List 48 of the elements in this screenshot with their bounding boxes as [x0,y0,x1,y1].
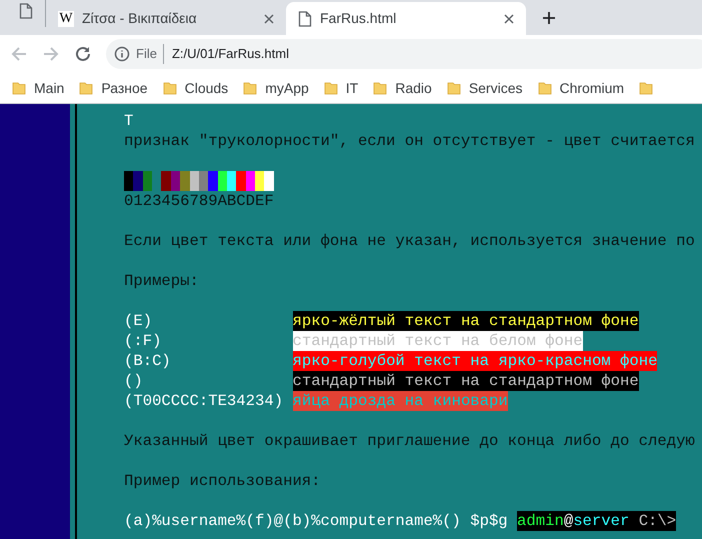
color-sample-text: ярко-жёлтый текст на стандартном фоне [292,312,639,330]
color-sample-text: ярко-голубой текст на ярко-красном фоне [292,352,658,370]
new-tab-icon[interactable] [542,11,556,25]
bookmark-item[interactable]: Chromium [538,78,624,98]
browser-tab[interactable]: FarRus.html [286,2,526,35]
info-icon[interactable] [114,46,130,62]
folder-icon [12,80,26,96]
color-sample-text: стандартный текст на белом фоне [292,332,583,350]
scheme-label: File [136,44,164,64]
text-line: Если цвет текста или фона не указан, используется значение по [124,231,695,251]
bookmark-item[interactable]: Main [12,78,64,98]
bookmark-item[interactable]: Clouds [162,78,228,98]
page-icon [298,10,312,26]
page-icon [18,2,32,18]
folder-icon [538,80,552,96]
code-text: (E) [124,311,154,331]
browser-tab[interactable]: W Ζίτσα - Βικιπαίδεια [46,2,286,35]
folder-icon [243,80,258,96]
code-text: (B:C) [124,351,172,371]
bookmark-item[interactable]: Services [446,78,522,98]
wikipedia-favicon-icon: W [58,10,74,26]
reload-icon[interactable] [74,45,92,63]
folder-icon [446,80,461,96]
color-sample-text: стандартный текст на стандартном фоне [292,372,639,390]
text-line: 0123456789ABCDEF [124,191,274,211]
code-text: (a)%username%(f)@(b)%computername%() $p$g [124,511,509,531]
url-text: Z:/U/01/FarRus.html [170,45,289,64]
color-sample-text: яйца дрозда на киновари [292,392,508,410]
folder-icon [373,80,388,96]
folder-icon [79,80,94,96]
prompt-preview: admin@server C:\> [517,511,676,531]
code-text: (:F) [124,331,162,351]
code-text: () [124,371,144,391]
bookmark-item[interactable]: Radio [373,78,432,98]
text-line: T [124,111,134,131]
text-line: Примеры: [124,271,199,291]
code-text: (T00CCCC:TE34234) [124,391,284,411]
text-line: Указанный цвет окрашивает приглашение до конца либо до следую [124,431,695,451]
bookmark-item[interactable]: Разное [79,78,148,98]
close-icon[interactable] [504,14,514,24]
address-bar[interactable]: File Z:/U/01/FarRus.html [106,39,702,69]
text-line: Пример использования: [124,471,321,491]
bookmark-item[interactable]: myApp [243,78,309,98]
text-line: признак "труколорности", если он отсутствует - цвет считается [124,131,695,151]
folder-icon [162,80,177,96]
bookmark-item[interactable]: IT [324,78,358,98]
close-icon[interactable] [264,14,274,24]
folder-icon [324,80,338,96]
